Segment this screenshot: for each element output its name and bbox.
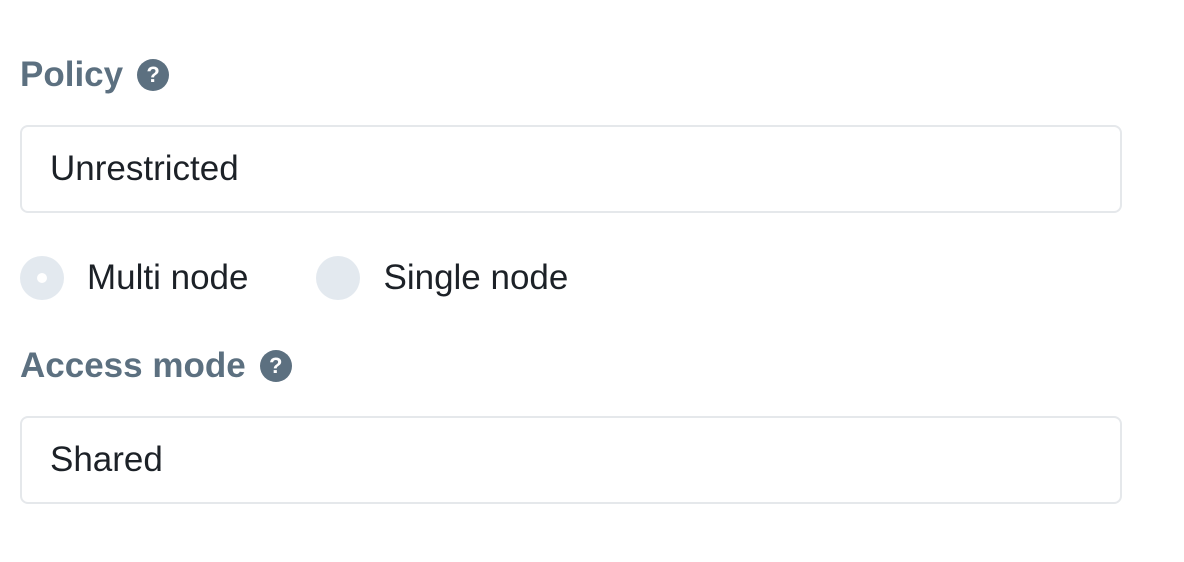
multi-node-radio-label[interactable]: Multi node [87,255,248,301]
access-mode-select-value: Shared [50,440,163,479]
policy-help-icon[interactable]: ? [137,59,170,91]
single-node-radio[interactable]: Single node [316,255,568,301]
access-mode-label-text: Access mode [20,346,246,385]
policy-select-value: Unrestricted [50,149,239,188]
policy-label-text: Policy [20,55,124,94]
access-mode-label: Access mode ? [20,346,292,386]
policy-label: Policy ? [20,55,170,95]
radio-selected-dot [37,273,47,283]
single-node-radio-circle[interactable] [316,256,361,300]
single-node-radio-label[interactable]: Single node [383,255,568,301]
policy-select[interactable]: Unrestricted [20,125,1122,213]
multi-node-radio[interactable]: Multi node [20,255,248,301]
access-mode-select[interactable]: Shared [20,416,1122,504]
cluster-config-form: Policy ? Unrestricted Multi node Single … [0,0,1184,562]
access-mode-help-icon[interactable]: ? [259,350,292,382]
multi-node-radio-circle[interactable] [20,256,64,300]
node-type-radio-group: Multi node Single node [20,255,568,301]
